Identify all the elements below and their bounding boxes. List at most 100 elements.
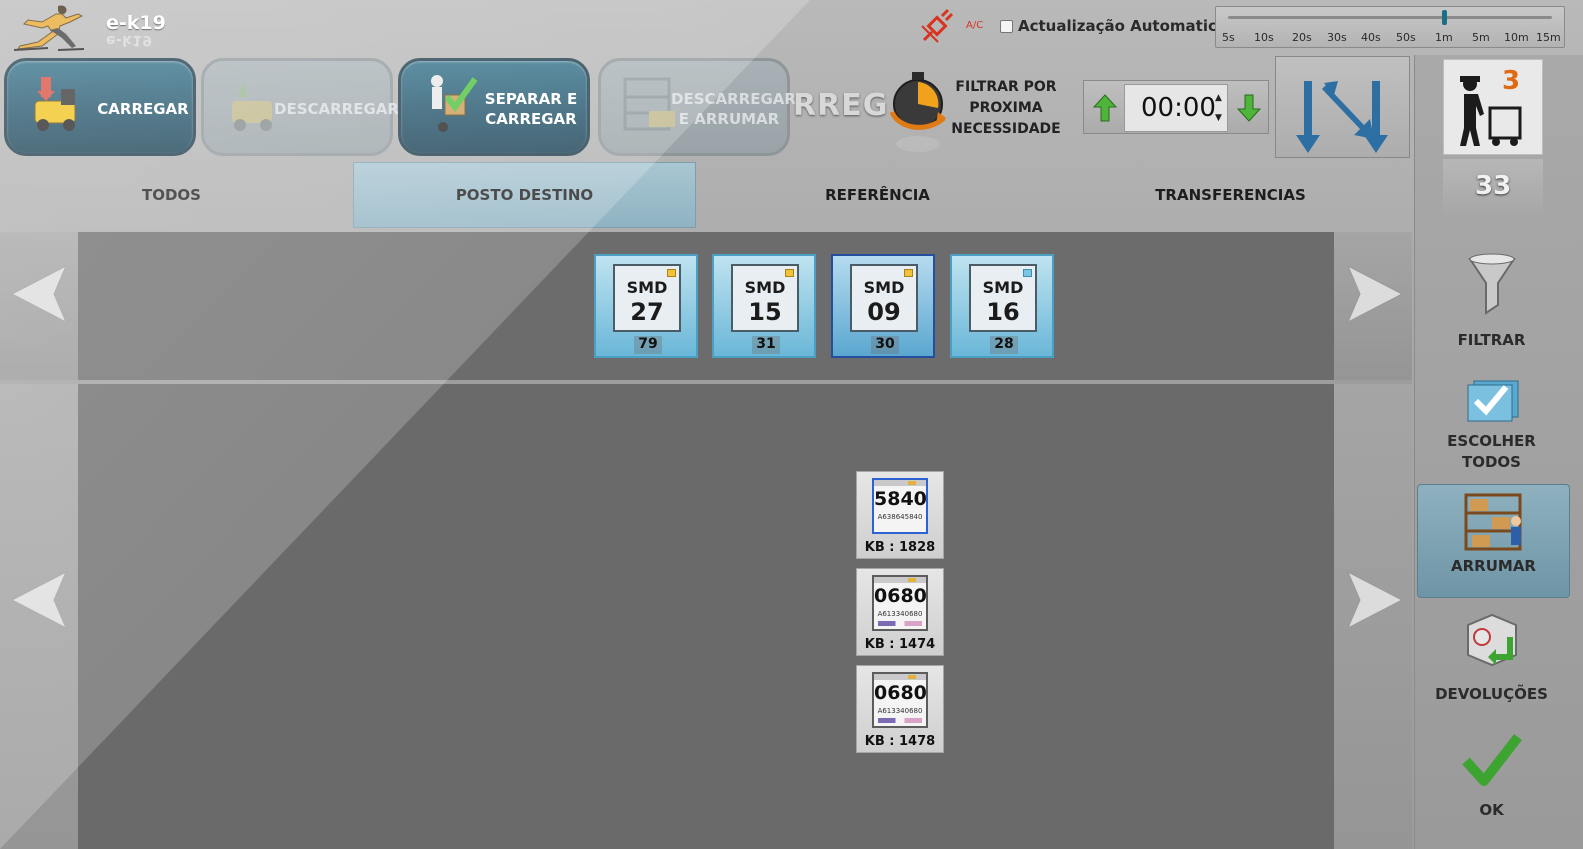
worker-count-reflection: 33 [1475,171,1512,201]
unplugged-icon[interactable] [918,6,958,46]
filtrar-label: FILTRAR [1457,331,1526,349]
filter-next-need-label[interactable]: FILTRAR POR PROXIMA NECESSIDADE [950,77,1062,140]
tick-label: 10m [1504,31,1529,44]
slider-track [1228,16,1552,19]
kanban-tag-stripe [874,480,926,486]
escolher-line2: TODOS [1462,453,1521,471]
arrow-up-icon[interactable] [1092,93,1118,123]
handtruck-check-icon [431,75,478,132]
tick-label: 5s [1222,31,1235,44]
smd-count: 28 [990,336,1018,354]
tick-label: 40s [1361,31,1381,44]
escolher-todos-button[interactable]: ESCOLHER TODOS [1415,377,1568,477]
separar-line1: SEPARAR E [484,90,578,108]
descarregar-button[interactable]: DESCARREGAR [201,58,399,156]
worker-count: 3 [1502,66,1521,96]
slider-tick-labels: 5s 10s 20s 30s 40s 50s 1m 5m 10m 15m [1216,31,1566,45]
stopwatch-filter-icon[interactable] [886,68,950,158]
smd-count: 30 [871,336,899,354]
arrow-down-icon[interactable] [1236,93,1262,123]
arrow-left-icon[interactable] [8,568,70,638]
ok-button[interactable]: OK [1415,731,1568,827]
smd-card[interactable]: SMD 15 31 [712,254,816,358]
smd-tag: SMD [626,278,668,297]
arrow-left-icon[interactable] [8,262,70,332]
funnel-icon [1467,253,1516,315]
kanban-color-bars [878,718,922,723]
slider-thumb[interactable] [1442,10,1447,25]
kanban-card[interactable]: 0680 A613340680 KB : 1474 [856,568,944,656]
worker-cart-card[interactable]: 3 [1443,59,1543,155]
smd-number: 09 [867,298,901,326]
smd-number: 15 [748,298,782,326]
smd-card[interactable]: SMD 09 30 [831,254,935,358]
smd-corner-tag [904,269,913,277]
kanban-prev-column [0,384,78,849]
swap-arrows-icon [1296,81,1388,153]
filtrar-button[interactable]: FILTRAR [1415,251,1568,357]
overflow-mode-title: RREG [793,88,889,123]
smd-corner-tag [785,269,794,277]
separar-line2: CARREGAR [485,110,577,128]
swap-direction-button[interactable] [1275,56,1410,158]
destination-next-column [1334,232,1412,380]
arrow-right-icon[interactable] [1344,262,1406,332]
smd-label-box: SMD 16 [969,264,1037,332]
separar-carregar-label: SEPARAR E CARREGAR [483,89,579,129]
smd-card[interactable]: SMD 27 79 [594,254,698,358]
ac-label: A/C [966,20,984,31]
filter-next-line2: PROXIMA [969,100,1043,116]
destination-panel [0,232,1412,380]
auto-update-checkbox[interactable] [1000,20,1013,33]
tab-referencia[interactable]: REFERÊNCIA [706,162,1049,228]
devolucoes-label: DEVOLUÇÕES [1435,685,1548,703]
tick-label: 5m [1472,31,1490,44]
tick-label: 1m [1435,31,1453,44]
right-action-column: 3 33 FILTRAR ESCOLHER TODOS ARRUMAR DEVO… [1414,55,1583,849]
smd-label-box: SMD 15 [731,264,799,332]
smd-number: 16 [986,298,1020,326]
app-title: e-k19 [106,12,166,34]
tick-label: 15m [1536,31,1561,44]
select-all-check-icon [1467,380,1518,422]
kanban-label: KB : 1478 [864,734,936,749]
descarregar-arrumar-line2: E ARRUMAR [678,110,780,128]
arrumar-button[interactable]: ARRUMAR [1417,484,1570,598]
arrow-right-icon[interactable] [1344,568,1406,638]
descarregar-label: DESCARREGAR [274,100,399,118]
smd-card[interactable]: SMD 16 28 [950,254,1054,358]
refresh-interval-slider[interactable]: 5s 10s 20s 30s 40s 50s 1m 5m 10m 15m [1215,6,1565,48]
escolher-todos-label: ESCOLHER TODOS [1415,431,1568,473]
kanban-next-column [1334,384,1412,849]
tab-posto-destino[interactable]: POSTO DESTINO [353,162,696,228]
forklift-load-icon [34,77,76,131]
checkmark-icon [1461,733,1522,786]
timer-spinner[interactable]: ▲ ▼ [1215,88,1222,128]
auto-update-label: Actualização Automatica [1018,17,1227,35]
smd-corner-tag [667,269,676,277]
descarregar-arrumar-button[interactable]: DESCARREGAR E ARRUMAR [598,58,796,156]
timer-input[interactable]: 00:00 [1124,84,1228,132]
filter-next-line1: FILTRAR POR [955,79,1057,95]
kanban-code: 0680 [874,585,927,607]
smd-number: 27 [630,298,664,326]
kanban-subcode: A638645840 [877,513,923,521]
tick-label: 10s [1254,31,1274,44]
smd-count: 31 [752,336,780,354]
devolucoes-button[interactable]: DEVOLUÇÕES [1415,611,1568,707]
app-title-reflection: e-k19 [106,32,153,48]
return-box-icon [1466,613,1517,667]
tab-todos[interactable]: TODOS [0,162,343,228]
descarregar-arrumar-line1: DESCARREGAR [671,90,796,108]
separar-carregar-button[interactable]: SEPARAR E CARREGAR [398,58,590,156]
kanban-card[interactable]: 5840 A638645840 KB : 1828 [856,471,944,559]
tick-label: 30s [1327,31,1347,44]
smd-tag: SMD [863,278,905,297]
smd-count: 79 [634,336,662,354]
smd-tag: SMD [982,278,1024,297]
tab-transferencias[interactable]: TRANSFERENCIAS [1059,162,1402,228]
kanban-tag: 5840 A638645840 [872,478,928,534]
tick-label: 50s [1396,31,1416,44]
carregar-button[interactable]: CARREGAR [4,58,196,156]
kanban-card[interactable]: 0680 A613340680 KB : 1478 [856,665,944,753]
